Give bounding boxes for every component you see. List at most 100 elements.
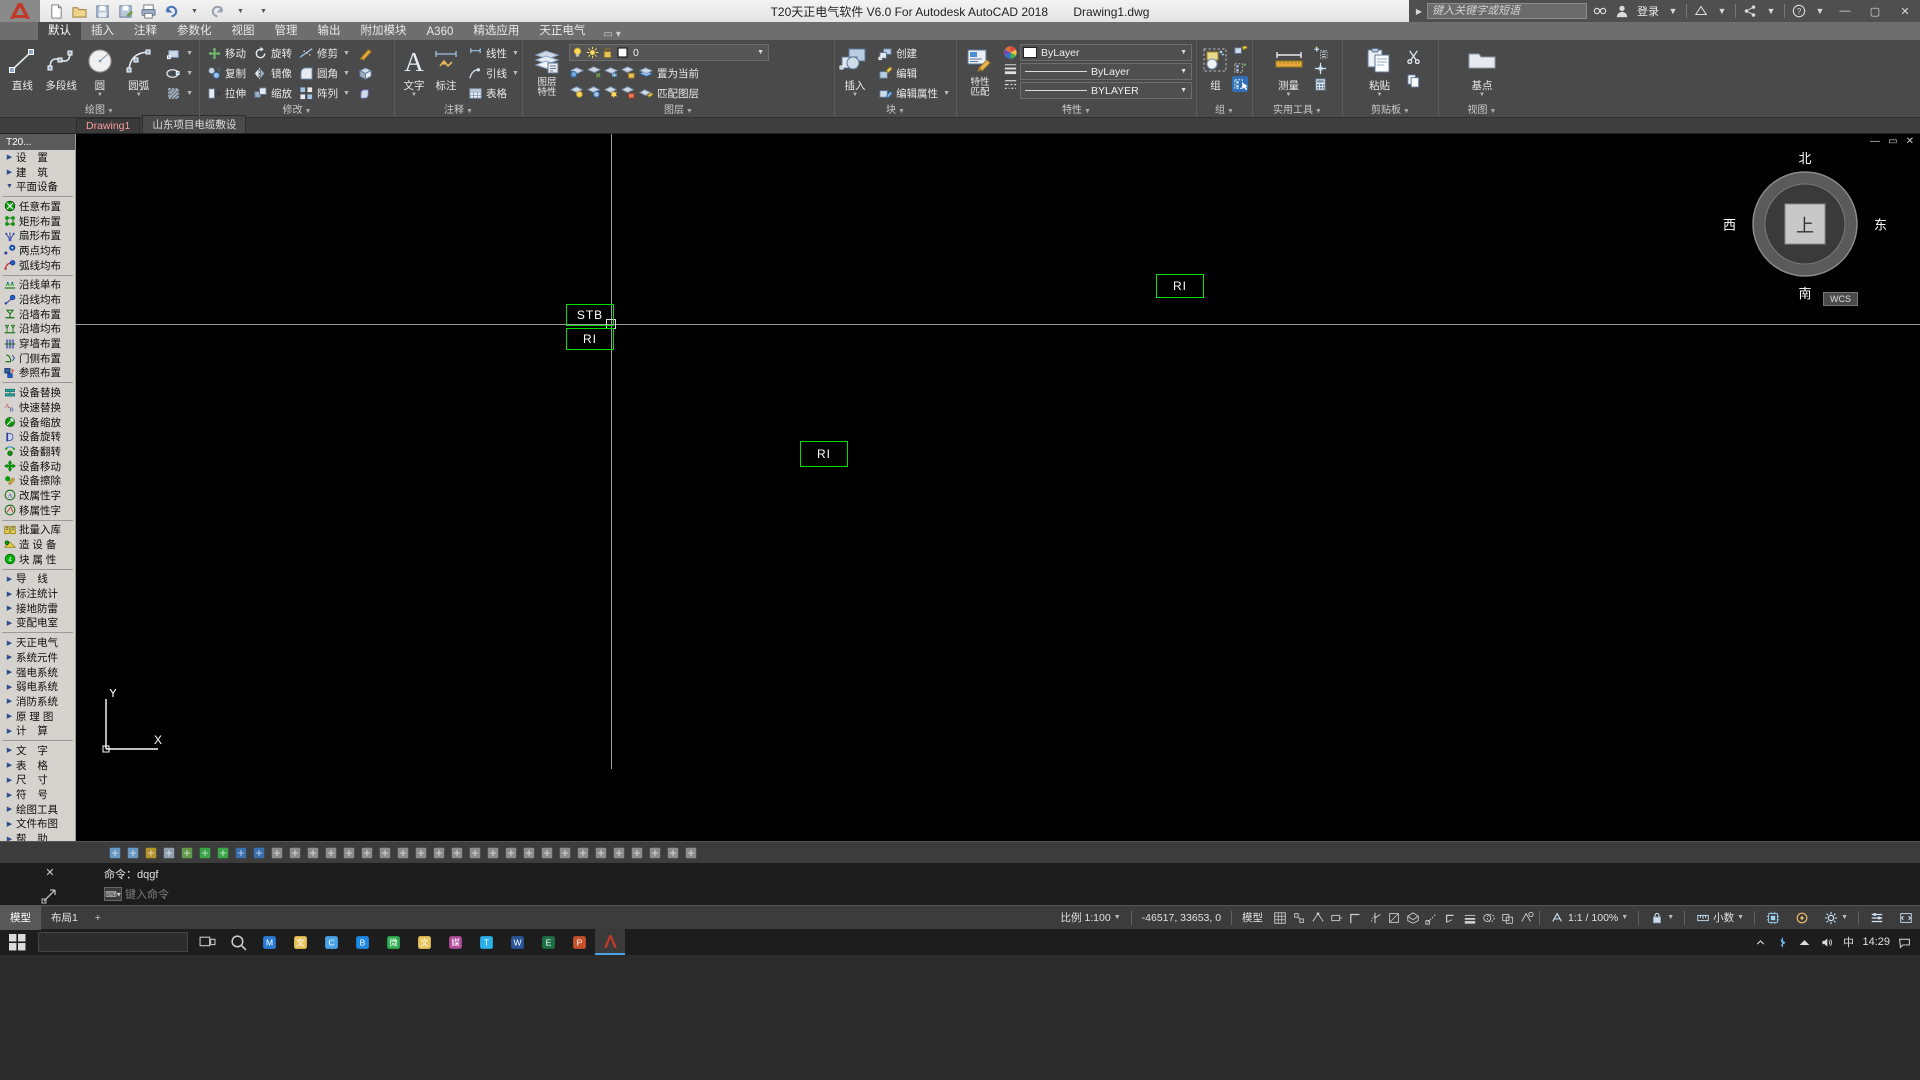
- login-dropdown-icon[interactable]: ▼: [1663, 0, 1683, 22]
- tz-gray22-icon[interactable]: [646, 844, 663, 861]
- units-dropdown-icon[interactable]: ▼: [1737, 914, 1744, 921]
- ellipse-button[interactable]: ▼: [163, 63, 195, 83]
- tz-gray9-icon[interactable]: [412, 844, 429, 861]
- sidebar-item-2-6[interactable]: 参照布置: [0, 366, 75, 381]
- rectangle-button[interactable]: ▼: [163, 43, 195, 63]
- tz-green2-icon[interactable]: [214, 844, 231, 861]
- tz-gray10-icon[interactable]: [430, 844, 447, 861]
- start-button[interactable]: [0, 929, 34, 955]
- tz-blue1-icon[interactable]: [232, 844, 249, 861]
- layer-isolate-icon[interactable]: [569, 63, 585, 79]
- device-block-2[interactable]: RI: [1156, 274, 1204, 298]
- sidebar-item-3-8[interactable]: 移属性字: [0, 503, 75, 518]
- clean-screen-button[interactable]: [1891, 906, 1920, 930]
- hatch-dropdown-icon[interactable]: ▼: [186, 90, 193, 97]
- tz-blue2-icon[interactable]: [250, 844, 267, 861]
- dimension-button[interactable]: 标注: [431, 43, 461, 93]
- ribbon-tab-3[interactable]: 参数化: [167, 20, 222, 40]
- ribbon-tab-5[interactable]: 管理: [265, 20, 308, 40]
- rectangle-dropdown-icon[interactable]: ▼: [186, 50, 193, 57]
- tz-gray24-icon[interactable]: [682, 844, 699, 861]
- taskbar-app-wechat[interactable]: 微: [378, 929, 408, 955]
- quick-select-icon[interactable]: [1313, 44, 1329, 60]
- ribbon-tab-7[interactable]: 附加模块: [351, 20, 417, 40]
- insert-block-button[interactable]: 插入 ▼: [839, 43, 871, 98]
- sidebar-item-1-1[interactable]: 矩形布置: [0, 214, 75, 229]
- modify-extra-1[interactable]: [356, 63, 376, 83]
- modify-复制-button[interactable]: 复制: [204, 63, 248, 83]
- isolate-objects-toggle[interactable]: [1787, 906, 1816, 930]
- tz-gray13-icon[interactable]: [484, 844, 501, 861]
- taskbar-app-file-explorer[interactable]: 文: [285, 929, 315, 955]
- taskbar-app-task-view[interactable]: [192, 929, 222, 955]
- tz-gray12-icon[interactable]: [466, 844, 483, 861]
- layer-off-icon[interactable]: [569, 83, 585, 99]
- match-properties-button[interactable]: 特性 匹配: [961, 43, 999, 98]
- sidebar-item-5-2[interactable]: ▶ 接地防雷: [0, 601, 75, 616]
- tz-gray14-icon[interactable]: [502, 844, 519, 861]
- sidebar-item-1-3[interactable]: 两点均布: [0, 243, 75, 258]
- sidebar-item-3-6[interactable]: 设备擦除: [0, 473, 75, 488]
- status-toggle-3d-object-snap[interactable]: [1403, 906, 1422, 930]
- measure-button[interactable]: 测量 ▼: [1267, 43, 1311, 98]
- ribbon-tab-1[interactable]: 插入: [81, 20, 124, 40]
- modify-extra-0[interactable]: [356, 43, 376, 63]
- taskbar-clock[interactable]: 14:29: [1862, 936, 1890, 948]
- ribbon-tab-9[interactable]: 精选应用: [463, 20, 529, 40]
- leader-button[interactable]: 引线 ▼: [465, 63, 521, 83]
- status-toggle-object-snap-tracking[interactable]: [1422, 906, 1441, 930]
- object-color-combo[interactable]: ByLayer ▼: [1020, 44, 1192, 61]
- status-toggle-transparency[interactable]: [1479, 906, 1498, 930]
- undo-dropdown-icon[interactable]: ▼: [184, 1, 205, 21]
- base-point-button[interactable]: 基点 ▼: [1457, 43, 1507, 98]
- volume-icon[interactable]: [1818, 934, 1834, 950]
- annotation-scale-indicator[interactable]: 1:1 / 100% ▼: [1543, 906, 1635, 930]
- application-menu-button[interactable]: [0, 0, 40, 22]
- sidebar-item-3-5[interactable]: 设备移动: [0, 459, 75, 474]
- arc-button[interactable]: 圆弧 ▼: [120, 43, 157, 98]
- tz-gray3-icon[interactable]: [304, 844, 321, 861]
- sidebar-item-7-3[interactable]: ▶ 符 号: [0, 787, 75, 802]
- taskbar-app-edge-browser[interactable]: M: [254, 929, 284, 955]
- save-as-file-icon[interactable]: [115, 1, 136, 21]
- taskbar-app-tim-app[interactable]: T: [471, 929, 501, 955]
- modify-阵列-button[interactable]: 阵列 ▼: [296, 83, 352, 103]
- sidebar-item-3-3[interactable]: 设备旋转: [0, 429, 75, 444]
- sidebar-item-2-2[interactable]: 沿墙布置: [0, 307, 75, 322]
- ime-indicator[interactable]: 中: [1840, 934, 1856, 950]
- status-toggle-selection-cycling[interactable]: [1498, 906, 1517, 930]
- circle-dropdown-icon[interactable]: ▼: [97, 92, 103, 98]
- sidebar-item-0-1[interactable]: ▶ 建 筑: [0, 165, 75, 180]
- taskbar-search-box[interactable]: [38, 932, 188, 952]
- sidebar-item-1-4[interactable]: 弧线均布: [0, 258, 75, 273]
- layer-color-swatch[interactable]: [615, 45, 630, 60]
- base-point-dropdown-icon[interactable]: ▼: [1479, 92, 1485, 98]
- command-close-icon[interactable]: ✕: [45, 866, 54, 879]
- ellipse-dropdown-icon[interactable]: ▼: [186, 70, 193, 77]
- taskbar-app-powerpoint-app[interactable]: P: [564, 929, 594, 955]
- coordinates-display[interactable]: -46517, 33653, 0: [1135, 906, 1228, 930]
- command-input-placeholder[interactable]: 键入命令: [125, 886, 169, 902]
- sidebar-item-5-0[interactable]: ▶ 导 线: [0, 572, 75, 587]
- device-block-1[interactable]: RI: [566, 328, 614, 350]
- taskbar-app-media-app[interactable]: 媒: [440, 929, 470, 955]
- sidebar-item-6-0[interactable]: ▶ 天正电气: [0, 635, 75, 650]
- sidebar-item-2-3[interactable]: 沿墙均布: [0, 322, 75, 337]
- layout-tab-0[interactable]: 模型: [0, 905, 41, 930]
- cut-icon[interactable]: [1404, 46, 1424, 66]
- tz-gray19-icon[interactable]: [592, 844, 609, 861]
- ribbon-tab-8[interactable]: A360: [417, 24, 464, 40]
- new-file-icon[interactable]: [46, 1, 67, 21]
- view-cube[interactable]: 上 北 南 东 西: [1723, 151, 1887, 301]
- tz-gray7-icon[interactable]: [376, 844, 393, 861]
- close-button[interactable]: ✕: [1890, 0, 1920, 22]
- add-layout-button[interactable]: +: [88, 912, 108, 924]
- layout-tab-1[interactable]: 布局1: [41, 906, 88, 930]
- status-toggle-ucs-icon[interactable]: [1441, 906, 1460, 930]
- current-layer-combo[interactable]: 0 ▼: [569, 44, 769, 61]
- linetype-dropdown-icon[interactable]: ▼: [1180, 87, 1191, 94]
- sidebar-item-3-0[interactable]: 设备替换: [0, 385, 75, 400]
- tz-gray15-icon[interactable]: [520, 844, 537, 861]
- taskbar-app-folder-app[interactable]: 文: [409, 929, 439, 955]
- group-selection-icon[interactable]: [1232, 76, 1248, 92]
